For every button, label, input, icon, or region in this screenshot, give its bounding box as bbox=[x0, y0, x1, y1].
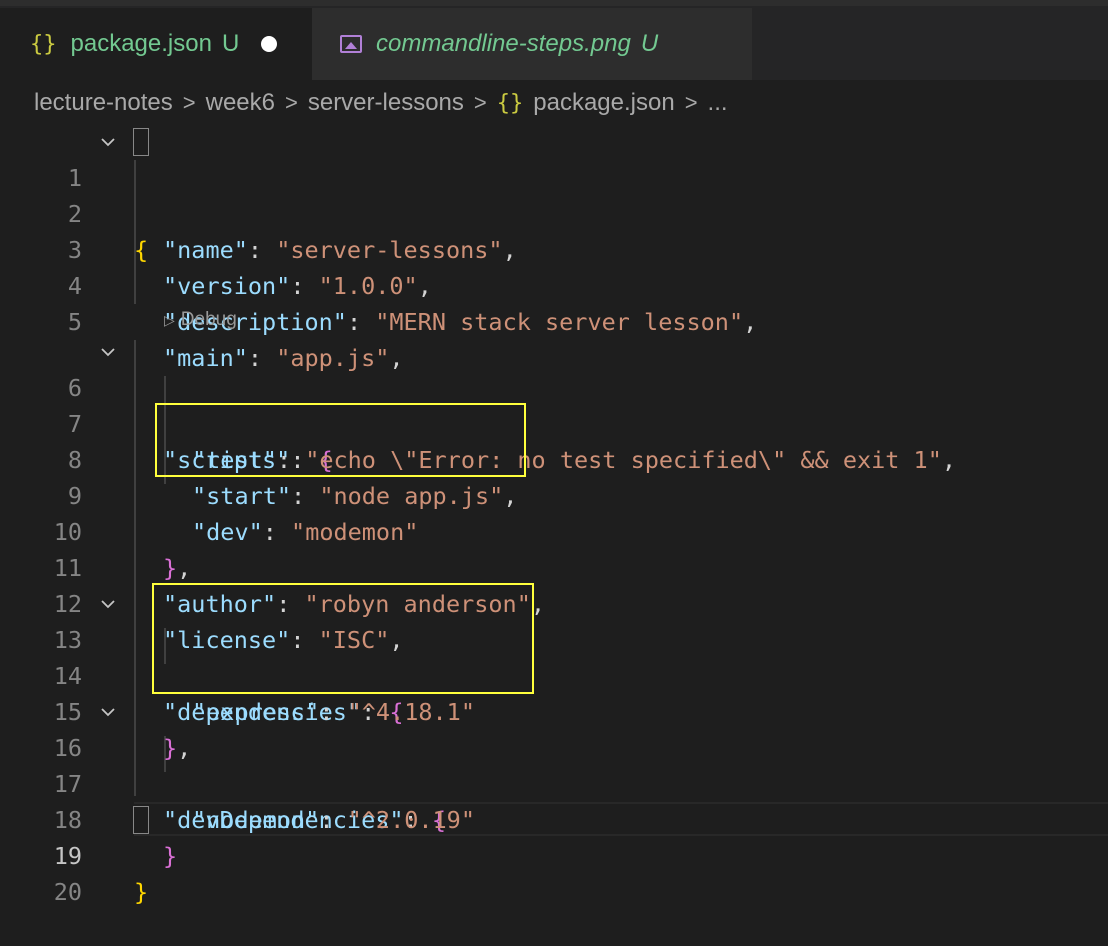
untracked-badge: U bbox=[221, 30, 240, 57]
chevron-right-icon: > bbox=[182, 90, 196, 115]
bracket-match-box bbox=[133, 806, 149, 834]
code-line[interactable]: 11 "author": "robyn anderson", bbox=[0, 514, 1108, 618]
json-braces-icon: {} bbox=[30, 31, 57, 57]
code-line[interactable]: 3 "version": "1.0.0", bbox=[0, 196, 1108, 300]
code-line[interactable]: 20 bbox=[0, 838, 1108, 906]
code-line[interactable]: 2 "name": "server-lessons", bbox=[0, 160, 1108, 264]
code-line[interactable]: 6 "scripts": { bbox=[0, 334, 1108, 474]
code-line[interactable]: 17 "nodemon": "^2.0.19" bbox=[0, 730, 1108, 834]
image-icon bbox=[340, 35, 362, 53]
code-line[interactable]: 12 "license": "ISC", bbox=[0, 550, 1108, 654]
chevron-right-icon: > bbox=[284, 90, 298, 115]
breadcrumb-item[interactable]: ... bbox=[708, 89, 728, 117]
chevron-right-icon: > bbox=[684, 90, 698, 115]
breadcrumb-item[interactable]: lecture-notes bbox=[34, 89, 173, 117]
highlight-box-scripts bbox=[155, 403, 526, 477]
debug-codelens[interactable]: ▷ Debug bbox=[164, 306, 237, 334]
tab-bar: {} package.json U commandline-steps.png … bbox=[0, 0, 1108, 80]
code-line[interactable]: 5 "main": "app.js", bbox=[0, 268, 1108, 372]
untracked-badge: U bbox=[640, 30, 659, 57]
tab-package-json[interactable]: {} package.json U bbox=[0, 8, 312, 80]
code-line-current[interactable]: 19 } bbox=[0, 802, 1108, 906]
json-string: "MERN stack server lesson" bbox=[375, 308, 744, 336]
code-line[interactable]: 18 } bbox=[0, 766, 1108, 870]
json-braces-icon: {} bbox=[496, 90, 524, 116]
breadcrumb-item[interactable]: server-lessons bbox=[308, 89, 464, 117]
code-line[interactable]: 1 { bbox=[0, 124, 1108, 264]
code-line[interactable]: 4 "description": "MERN stack server less… bbox=[0, 232, 1108, 336]
code-line[interactable]: 16 "devDependencies": { bbox=[0, 694, 1108, 834]
tab-commandline-steps[interactable]: commandline-steps.png U bbox=[312, 8, 752, 80]
code-line[interactable]: 10 }, bbox=[0, 478, 1108, 582]
tab-label: package.json bbox=[70, 30, 212, 57]
brace: } bbox=[134, 878, 149, 906]
chevron-down-icon[interactable] bbox=[100, 134, 116, 150]
highlight-box-dependencies bbox=[152, 583, 534, 694]
chevron-down-icon[interactable] bbox=[100, 344, 116, 360]
play-outline-icon: ▷ bbox=[164, 312, 175, 328]
code-editor[interactable]: 1 { 2 "name": "server-lessons", 3 "versi… bbox=[0, 124, 1108, 910]
tab-bar-top-strip bbox=[0, 0, 1108, 6]
chevron-right-icon: > bbox=[473, 90, 487, 115]
bracket-match-box bbox=[133, 128, 149, 156]
codelens-label: Debug bbox=[180, 309, 237, 330]
chevron-down-icon[interactable] bbox=[100, 596, 116, 612]
chevron-down-icon[interactable] bbox=[100, 704, 116, 720]
line-number: 20 bbox=[53, 878, 82, 906]
unsaved-dot-icon[interactable] bbox=[261, 36, 278, 52]
code-line[interactable]: 7 "test": "echo \"Error: no test specifi… bbox=[0, 370, 1108, 474]
breadcrumb-item[interactable]: package.json bbox=[533, 89, 674, 117]
tab-label: commandline-steps.png bbox=[376, 30, 631, 57]
breadcrumb: lecture-notes > week6 > server-lessons >… bbox=[34, 84, 728, 122]
breadcrumb-item[interactable]: week6 bbox=[206, 89, 275, 117]
